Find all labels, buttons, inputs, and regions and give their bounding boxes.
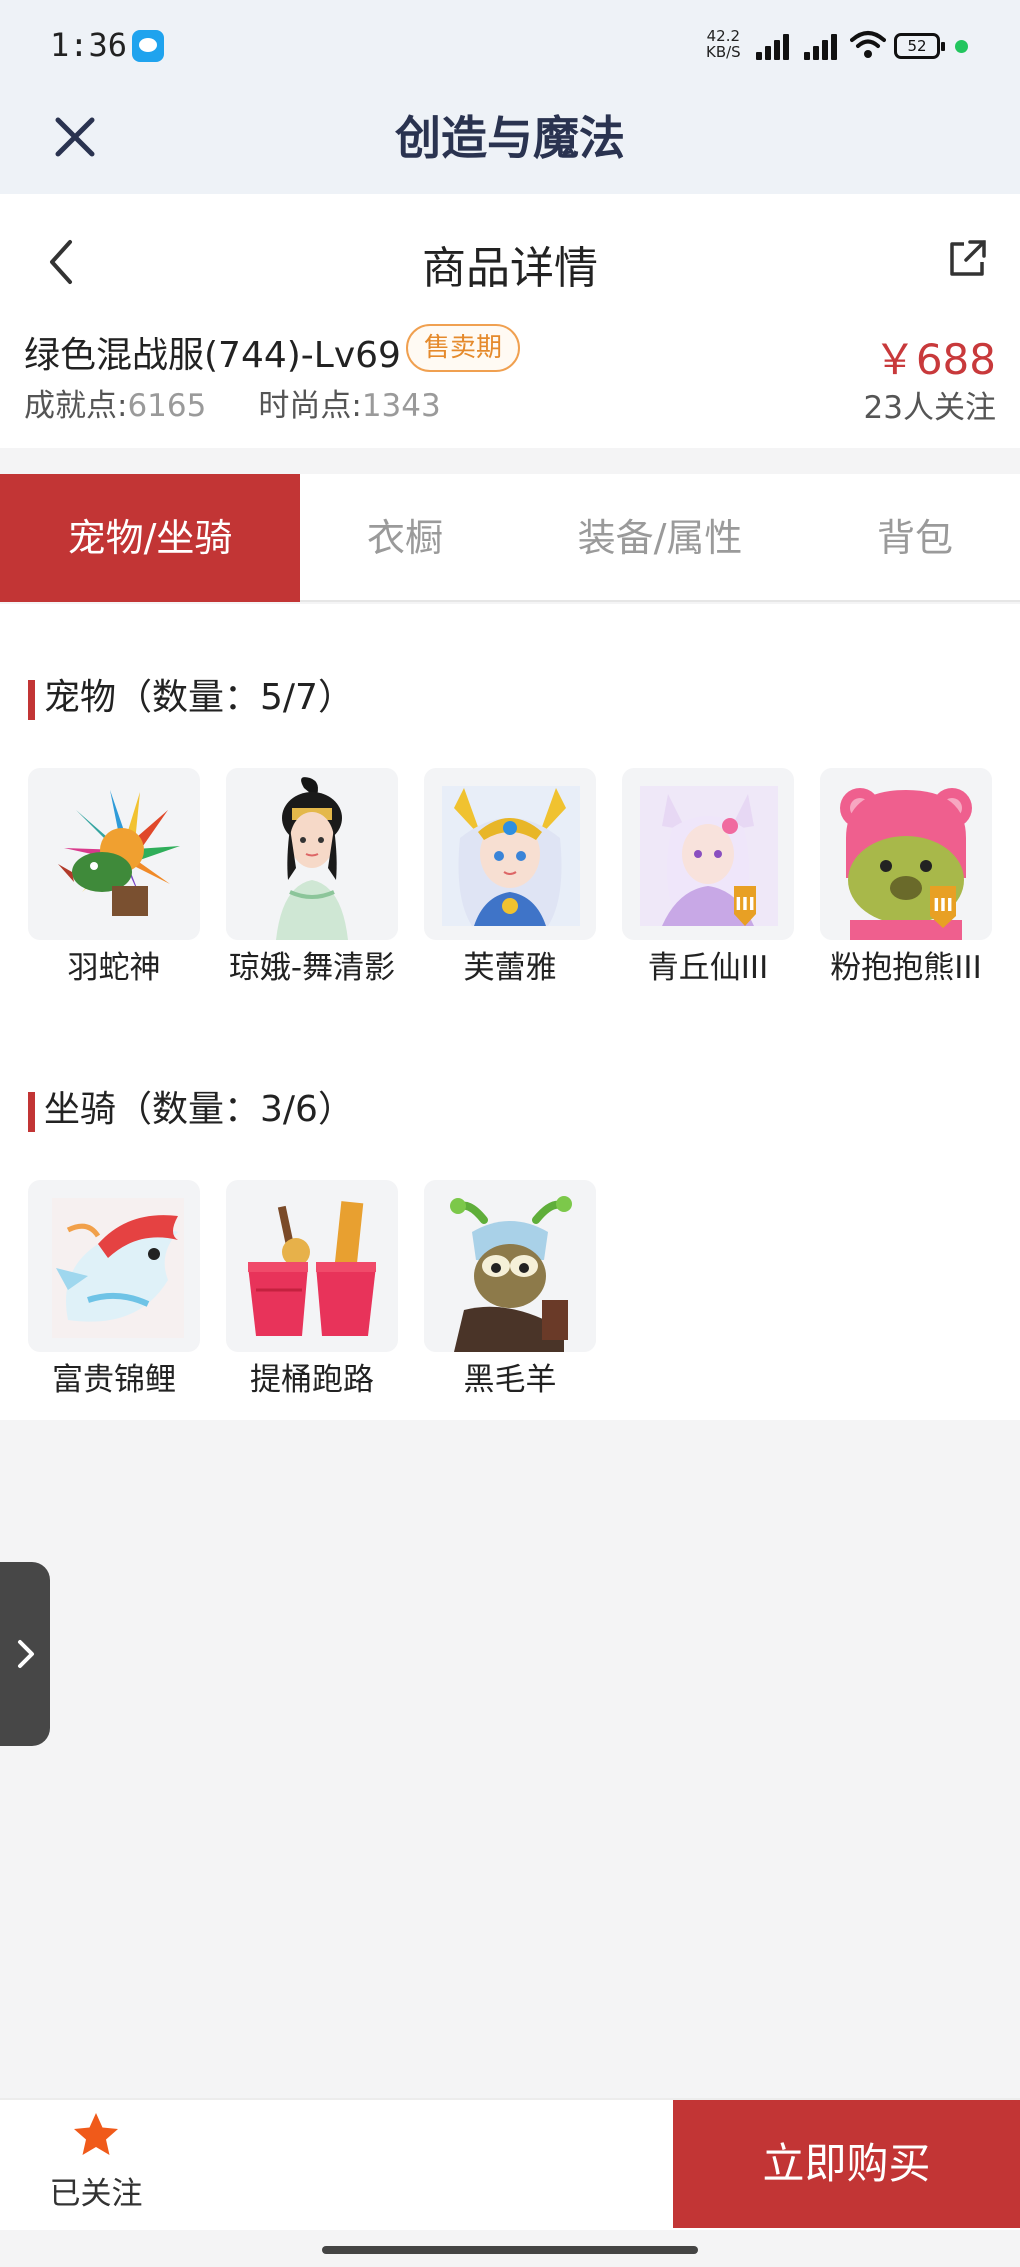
page-title: 商品详情: [422, 243, 598, 294]
pet-name: 琼娥-舞清影: [228, 950, 396, 986]
pets-section-title: 宠物（数量：5/7）: [28, 676, 354, 720]
follower-count: 23人关注: [863, 390, 996, 426]
mount-card[interactable]: 富贵锦鲤: [28, 1180, 200, 1400]
mount-name: 富贵锦鲤: [52, 1362, 176, 1398]
buy-now-button[interactable]: 立即购买: [673, 2100, 1020, 2228]
pet-thumbnail: [28, 768, 200, 940]
detail-tabs: 宠物/坐骑 衣橱 装备/属性 背包: [0, 474, 1020, 602]
app-title: 创造与魔法: [395, 111, 625, 165]
pet-thumbnail: III: [622, 768, 794, 940]
pet-card[interactable]: III 粉抱抱熊III: [820, 768, 992, 988]
pet-name: 青丘仙III: [647, 950, 769, 986]
svg-text:III: III: [933, 895, 953, 916]
product-stats: 成就点:6165 时尚点:1343: [24, 380, 441, 425]
sale-status-badge: 售卖期: [406, 324, 520, 372]
achievement-label: 成就点:: [24, 388, 128, 424]
camera-dot-indicator: [955, 40, 968, 53]
mount-card[interactable]: 提桶跑路: [226, 1180, 398, 1400]
status-bar: 1:36 42.2 KB/S 52: [0, 0, 1020, 92]
fashion-label: 时尚点:: [258, 388, 362, 424]
product-info: 绿色混战服(744)-Lv69 售卖期 ￥688 成就点:6165 时尚点:134…: [0, 322, 1020, 448]
battery-icon: 52: [894, 33, 945, 59]
mount-thumbnail: [424, 1180, 596, 1352]
pet-card[interactable]: III 青丘仙III: [622, 768, 794, 988]
tab-equipment[interactable]: 装备/属性: [510, 474, 810, 602]
signal-icon: [804, 34, 842, 60]
pet-name: 羽蛇神: [67, 950, 161, 986]
svg-text:III: III: [735, 894, 755, 915]
star-icon: [74, 2113, 118, 2155]
tab-wardrobe[interactable]: 衣橱: [300, 474, 510, 602]
home-indicator: [322, 2246, 698, 2254]
pet-card[interactable]: 羽蛇神: [28, 768, 200, 988]
fashion-value: 1343: [361, 388, 441, 424]
mounts-section-title: 坐骑（数量：3/6）: [28, 1088, 354, 1132]
pet-thumbnail: III: [820, 768, 992, 940]
pet-thumbnail: [226, 768, 398, 940]
product-name: 绿色混战服(744)-Lv69: [24, 335, 401, 376]
wifi-icon: [850, 31, 886, 58]
product-price: ￥688: [873, 335, 996, 384]
share-icon[interactable]: [946, 238, 988, 280]
pets-mounts-panel: 宠物（数量：5/7） 羽蛇神 琼娥-舞清影 芙蕾雅 III 青丘仙III III…: [0, 604, 1020, 1420]
signal-icon: [756, 34, 794, 60]
follow-label: 已关注: [49, 2176, 143, 2212]
mount-thumbnail: [226, 1180, 398, 1352]
product-nav-bar: 商品详情: [0, 194, 1020, 322]
app-notification-icon: [132, 30, 164, 62]
mount-card[interactable]: 黑毛羊: [424, 1180, 596, 1400]
tab-backpack[interactable]: 背包: [810, 474, 1020, 602]
pet-card[interactable]: 芙蕾雅: [424, 768, 596, 988]
chevron-right-icon: [18, 1640, 34, 1668]
achievement-value: 6165: [127, 388, 207, 424]
mount-name: 提桶跑路: [250, 1362, 374, 1398]
tab-pets-mounts[interactable]: 宠物/坐骑: [0, 474, 300, 602]
app-header: 创造与魔法: [0, 92, 1020, 194]
mount-thumbnail: [28, 1180, 200, 1352]
pet-name: 芙蕾雅: [463, 950, 557, 986]
pet-name: 粉抱抱熊III: [830, 950, 982, 986]
follow-button[interactable]: 已关注: [44, 2110, 148, 2220]
mount-name: 黑毛羊: [463, 1362, 557, 1398]
status-time: 1:36: [50, 26, 128, 64]
side-drawer-handle[interactable]: [0, 1562, 50, 1746]
pet-card[interactable]: 琼娥-舞清影: [226, 768, 398, 988]
network-speed: 42.2 KB/S: [706, 27, 741, 61]
bottom-action-bar: 已关注 立即购买: [0, 2098, 1020, 2230]
pet-thumbnail: [424, 768, 596, 940]
